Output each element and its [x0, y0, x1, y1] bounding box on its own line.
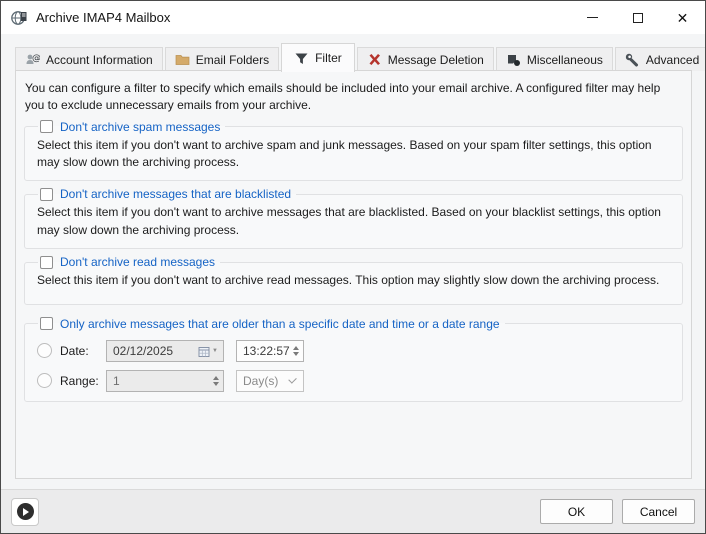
tab-advanced[interactable]: Advanced	[615, 47, 706, 71]
tab-label: Miscellaneous	[527, 53, 603, 67]
maximize-button[interactable]	[615, 1, 660, 34]
tab-strip: @ Account Information Email Folders Filt…	[15, 43, 692, 71]
tab-label: Message Deletion	[388, 53, 484, 67]
filter-tab-page: You can configure a filter to specify wh…	[15, 70, 692, 479]
tab-miscellaneous[interactable]: Miscellaneous	[496, 47, 613, 71]
time-editor[interactable]	[236, 340, 304, 362]
start-archive-button[interactable]	[11, 498, 39, 526]
account-at-icon: @	[25, 52, 40, 67]
date-row: Date: ▼	[37, 340, 670, 362]
date-radio-label: Date:	[60, 344, 106, 358]
footer-bar: OK Cancel	[1, 489, 705, 533]
minimize-button[interactable]	[570, 1, 615, 34]
svg-text:@: @	[32, 54, 40, 64]
read-messages-checkbox[interactable]	[40, 256, 53, 269]
range-radio-label: Range:	[60, 374, 106, 388]
tab-label: Filter	[315, 51, 342, 65]
title-bar: Archive IMAP4 Mailbox ✕	[1, 1, 705, 34]
tab-message-deletion[interactable]: Message Deletion	[357, 47, 494, 71]
app-icon	[10, 9, 28, 27]
time-spinner[interactable]	[293, 346, 299, 356]
tab-label: Email Folders	[196, 53, 269, 67]
range-spinner[interactable]	[213, 376, 219, 386]
time-input[interactable]	[237, 344, 291, 358]
window-title: Archive IMAP4 Mailbox	[36, 10, 170, 25]
older-than-checkbox[interactable]	[40, 317, 53, 330]
range-row: Range:	[37, 370, 670, 392]
close-icon: ✕	[677, 11, 689, 25]
blacklist-checkbox[interactable]	[40, 188, 53, 201]
ok-button[interactable]: OK	[540, 499, 613, 524]
calendar-icon	[198, 345, 210, 357]
red-x-icon	[367, 52, 382, 67]
range-editor[interactable]	[106, 370, 224, 392]
tab-label: Advanced	[646, 53, 699, 67]
tab-email-folders[interactable]: Email Folders	[165, 47, 279, 71]
read-messages-group: Don't archive read messages Select this …	[24, 255, 683, 304]
date-radio[interactable]	[37, 343, 52, 358]
play-icon	[17, 503, 34, 520]
tab-filter[interactable]: Filter	[281, 43, 355, 72]
folder-icon	[175, 52, 190, 67]
date-filter-group: Only archive messages that are older tha…	[24, 317, 683, 402]
spam-checkbox[interactable]	[40, 120, 53, 133]
date-picker[interactable]: ▼	[106, 340, 224, 362]
read-messages-checkbox-label[interactable]: Don't archive read messages	[60, 255, 215, 269]
close-button[interactable]: ✕	[660, 1, 705, 34]
spin-down-icon	[293, 352, 299, 356]
range-input[interactable]	[107, 374, 211, 388]
wrench-icon	[625, 52, 640, 67]
puzzle-dot-icon	[506, 52, 521, 67]
blacklist-group: Don't archive messages that are blacklis…	[24, 187, 683, 249]
archive-imap4-mailbox-dialog: Archive IMAP4 Mailbox ✕ @ Account Inform…	[0, 0, 706, 534]
read-messages-description: Select this item if you don't want to ar…	[35, 270, 672, 289]
filter-intro-text: You can configure a filter to specify wh…	[16, 71, 691, 120]
spam-group: Don't archive spam messages Select this …	[24, 120, 683, 182]
blacklist-description: Select this item if you don't want to ar…	[35, 202, 672, 239]
funnel-icon	[294, 51, 309, 66]
spin-down-icon	[213, 382, 219, 386]
range-unit-combobox[interactable]	[236, 370, 304, 392]
older-than-checkbox-label[interactable]: Only archive messages that are older tha…	[60, 317, 500, 331]
spin-up-icon	[293, 346, 299, 350]
blacklist-checkbox-label[interactable]: Don't archive messages that are blacklis…	[60, 187, 291, 201]
minimize-icon	[587, 17, 598, 18]
range-radio[interactable]	[37, 373, 52, 388]
spin-up-icon	[213, 376, 219, 380]
spam-description: Select this item if you don't want to ar…	[35, 135, 672, 172]
tab-account-information[interactable]: @ Account Information	[15, 47, 163, 71]
maximize-icon	[633, 13, 643, 23]
tab-label: Account Information	[46, 53, 153, 67]
date-input[interactable]	[107, 344, 198, 358]
range-unit-input[interactable]	[237, 374, 290, 388]
dropdown-arrow-icon: ▼	[212, 348, 218, 354]
spam-checkbox-label[interactable]: Don't archive spam messages	[60, 120, 220, 134]
cancel-button[interactable]: Cancel	[622, 499, 695, 524]
